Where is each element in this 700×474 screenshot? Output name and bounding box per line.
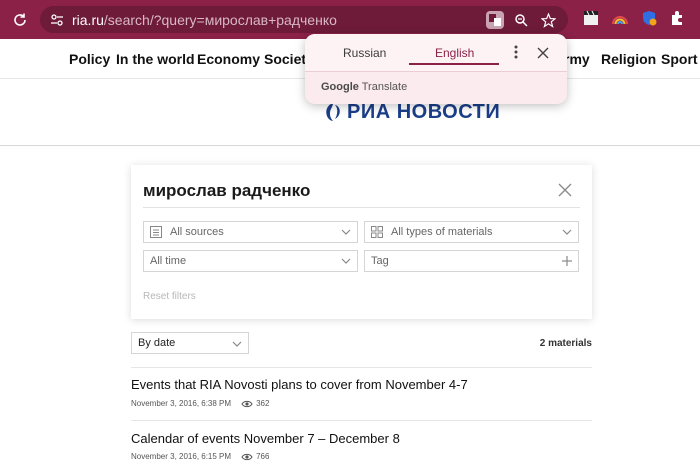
popup-divider — [305, 71, 567, 72]
grid-icon — [371, 226, 383, 238]
nav-item-sport[interactable]: Sport — [661, 51, 698, 67]
more-options-icon[interactable] — [509, 44, 523, 60]
sort-label: By date — [138, 337, 176, 349]
result-date: November 3, 2016, 6:38 PM — [131, 399, 232, 408]
search-query-input[interactable]: мирослав радченко — [143, 181, 310, 201]
google-label: Google — [321, 81, 359, 93]
address-bar[interactable]: ria.ru/search/?query=мирослав+радченко — [40, 6, 568, 33]
search-underline — [143, 207, 580, 208]
result-date: November 3, 2016, 6:15 PM — [131, 452, 232, 461]
time-select[interactable]: All time — [143, 250, 358, 272]
tag-label: Tag — [371, 255, 389, 267]
result-views: 766 — [256, 452, 270, 461]
tag-input[interactable]: Tag — [364, 250, 579, 272]
sort-select[interactable]: By date — [131, 332, 249, 354]
nav-item-world[interactable]: In the world — [116, 51, 195, 67]
chevron-down-icon — [232, 341, 242, 347]
translate-label: Translate — [361, 81, 408, 93]
google-translate-brand: Google Translate — [321, 81, 407, 93]
sources-select[interactable]: All sources — [143, 221, 358, 243]
url-text[interactable]: ria.ru/search/?query=мирослав+радченко — [72, 12, 337, 28]
result-title[interactable]: Calendar of events November 7 – December… — [131, 431, 400, 446]
eye-icon — [241, 453, 253, 460]
close-icon[interactable] — [537, 46, 549, 59]
time-label: All time — [150, 255, 187, 267]
chevron-down-icon — [341, 229, 351, 235]
ria-logo-mark-icon — [326, 103, 340, 121]
result-title[interactable]: Events that RIA Novosti plans to cover f… — [131, 377, 468, 392]
result-meta: November 3, 2016, 6:15 PM 766 — [131, 452, 269, 461]
result-divider — [131, 420, 592, 421]
clear-search-icon[interactable] — [558, 183, 572, 197]
plus-icon — [562, 256, 572, 266]
extension-icon[interactable] — [668, 9, 688, 29]
zoom-icon[interactable] — [511, 10, 531, 30]
clapperboard-extension-icon[interactable] — [582, 9, 602, 29]
translate-popup: Russian English Google Translate — [305, 34, 567, 104]
chevron-down-icon — [562, 229, 572, 235]
sources-label: All sources — [170, 226, 224, 238]
search-panel: мирослав радченко All sources All types … — [131, 165, 592, 319]
site-info-icon[interactable] — [48, 11, 66, 29]
tab-russian[interactable]: Russian — [343, 46, 386, 60]
reset-filters-link[interactable]: Reset filters — [143, 291, 196, 302]
translate-icon[interactable] — [486, 11, 504, 29]
rainbow-extension-icon[interactable] — [611, 9, 631, 29]
chevron-down-icon — [341, 258, 351, 264]
nav-item-policy[interactable]: Policy — [69, 51, 110, 67]
header-divider — [0, 145, 700, 146]
star-icon[interactable] — [538, 10, 558, 30]
active-tab-indicator — [409, 63, 499, 65]
material-types-label: All types of materials — [391, 226, 493, 238]
result-divider — [131, 367, 592, 368]
eye-icon — [241, 400, 253, 407]
reload-icon[interactable] — [10, 10, 30, 30]
url-path: /search/?query=мирослав+радченко — [103, 12, 337, 28]
nav-item-army[interactable]: rmy — [564, 51, 590, 67]
nav-item-economy[interactable]: Economy — [197, 51, 260, 67]
results-count: 2 materials — [539, 338, 592, 349]
tab-english[interactable]: English — [435, 46, 474, 60]
result-views: 362 — [256, 399, 270, 408]
list-icon — [150, 226, 162, 238]
material-types-select[interactable]: All types of materials — [364, 221, 579, 243]
url-host: ria.ru — [72, 12, 104, 28]
result-meta: November 3, 2016, 6:38 PM 362 — [131, 399, 269, 408]
nav-item-religion[interactable]: Religion — [601, 51, 656, 67]
shield-extension-icon[interactable] — [640, 9, 660, 29]
